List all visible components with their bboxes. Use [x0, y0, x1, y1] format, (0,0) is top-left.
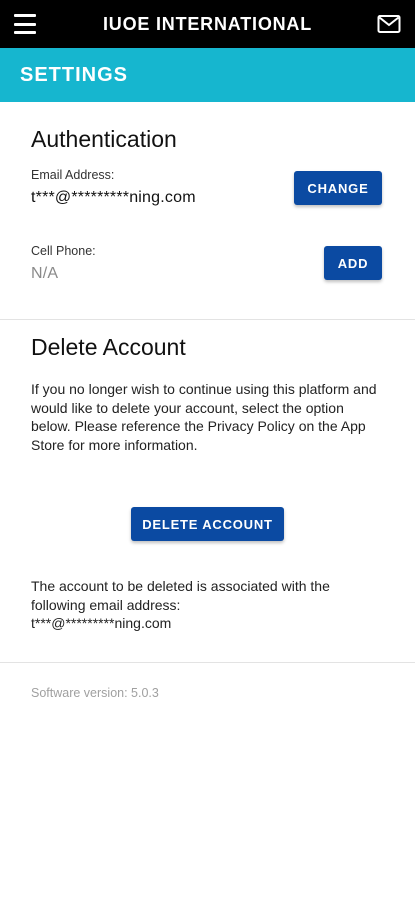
- app-header: IUOE INTERNATIONAL: [0, 0, 415, 48]
- authentication-section: Authentication Email Address: t***@*****…: [0, 102, 415, 320]
- delete-account-email: t***@*********ning.com: [31, 615, 172, 631]
- envelope-icon[interactable]: [377, 14, 401, 34]
- delete-account-title: Delete Account: [31, 334, 186, 360]
- cell-phone-label: Cell Phone:: [31, 244, 96, 258]
- add-phone-button[interactable]: ADD: [324, 246, 382, 280]
- delete-account-section: Delete Account If you no longer wish to …: [0, 320, 415, 663]
- cell-phone-value: N/A: [31, 265, 59, 282]
- authentication-title: Authentication: [31, 126, 177, 152]
- delete-account-note: The account to be deleted is associated …: [31, 578, 330, 613]
- change-email-button[interactable]: CHANGE: [294, 171, 382, 205]
- software-version: Software version: 5.0.3: [31, 686, 159, 700]
- app-title: IUOE INTERNATIONAL: [102, 13, 313, 34]
- hamburger-menu-icon[interactable]: [14, 14, 36, 34]
- delete-account-button[interactable]: DELETE ACCOUNT: [131, 507, 284, 541]
- delete-account-description: If you no longer wish to continue using …: [31, 381, 377, 453]
- email-label: Email Address:: [31, 168, 115, 182]
- page-title: SETTINGS: [20, 63, 129, 86]
- email-value: t***@*********ning.com: [31, 189, 196, 206]
- settings-header: SETTINGS: [0, 48, 415, 102]
